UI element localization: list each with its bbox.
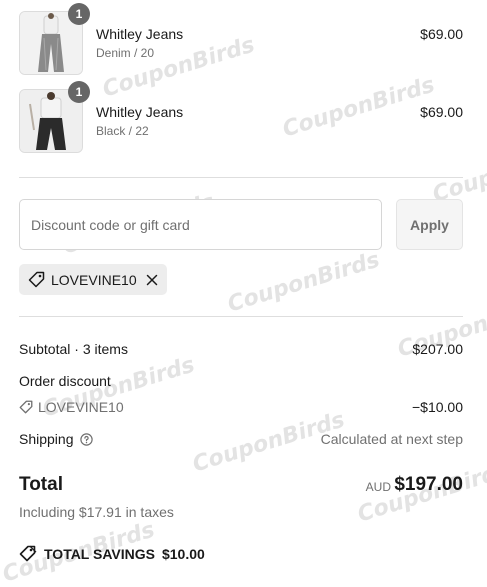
shipping-label: Shipping (19, 431, 74, 447)
tag-icon (19, 545, 37, 562)
tag-icon (19, 400, 33, 414)
item-price: $69.00 (420, 26, 463, 42)
discount-value: −$10.00 (412, 399, 463, 415)
discount-code-input[interactable] (19, 199, 382, 250)
shipping-row: Shipping (19, 431, 93, 447)
subtotal-label: Subtotal · 3 items (19, 341, 128, 357)
item-variant: Denim / 20 (96, 46, 155, 60)
discount-code-row: LOVEVINE10 (19, 399, 124, 415)
help-circle-icon[interactable] (79, 432, 93, 446)
tag-icon (28, 271, 45, 288)
quantity-badge: 1 (68, 3, 90, 25)
shipping-value: Calculated at next step (320, 431, 463, 447)
savings-value: $10.00 (161, 545, 205, 562)
total-amount: $197.00 (394, 474, 463, 495)
savings-label: TOTAL SAVINGS (44, 545, 155, 562)
close-icon (146, 274, 157, 285)
quantity-badge: 1 (68, 81, 90, 103)
line-item: 1 Whitley Jeans Black / 22 $69.00 (19, 81, 463, 153)
order-discount-label: Order discount (19, 373, 111, 389)
item-name: Whitley Jeans (96, 104, 184, 120)
total-currency: AUD (365, 480, 391, 494)
item-price: $69.00 (420, 104, 463, 120)
watermark: CouponBirds (224, 247, 383, 318)
divider (19, 177, 463, 178)
divider (19, 316, 463, 317)
remove-discount-button[interactable] (146, 274, 158, 286)
discount-code-text: LOVEVINE10 (38, 399, 124, 415)
applied-discount-chip: LOVEVINE10 (19, 264, 167, 295)
taxes-note: Including $17.91 in taxes (19, 504, 174, 520)
subtotal-value: $207.00 (412, 341, 463, 357)
total-label: Total (19, 474, 63, 495)
item-name: Whitley Jeans (96, 26, 184, 42)
line-item: 1 Whitley Jeans Denim / 20 $69.00 (19, 3, 463, 75)
item-variant: Black / 22 (96, 124, 149, 138)
apply-discount-button[interactable]: Apply (396, 199, 463, 250)
applied-discount-code: LOVEVINE10 (51, 271, 137, 288)
total-savings: TOTAL SAVINGS $10.00 (19, 545, 205, 562)
